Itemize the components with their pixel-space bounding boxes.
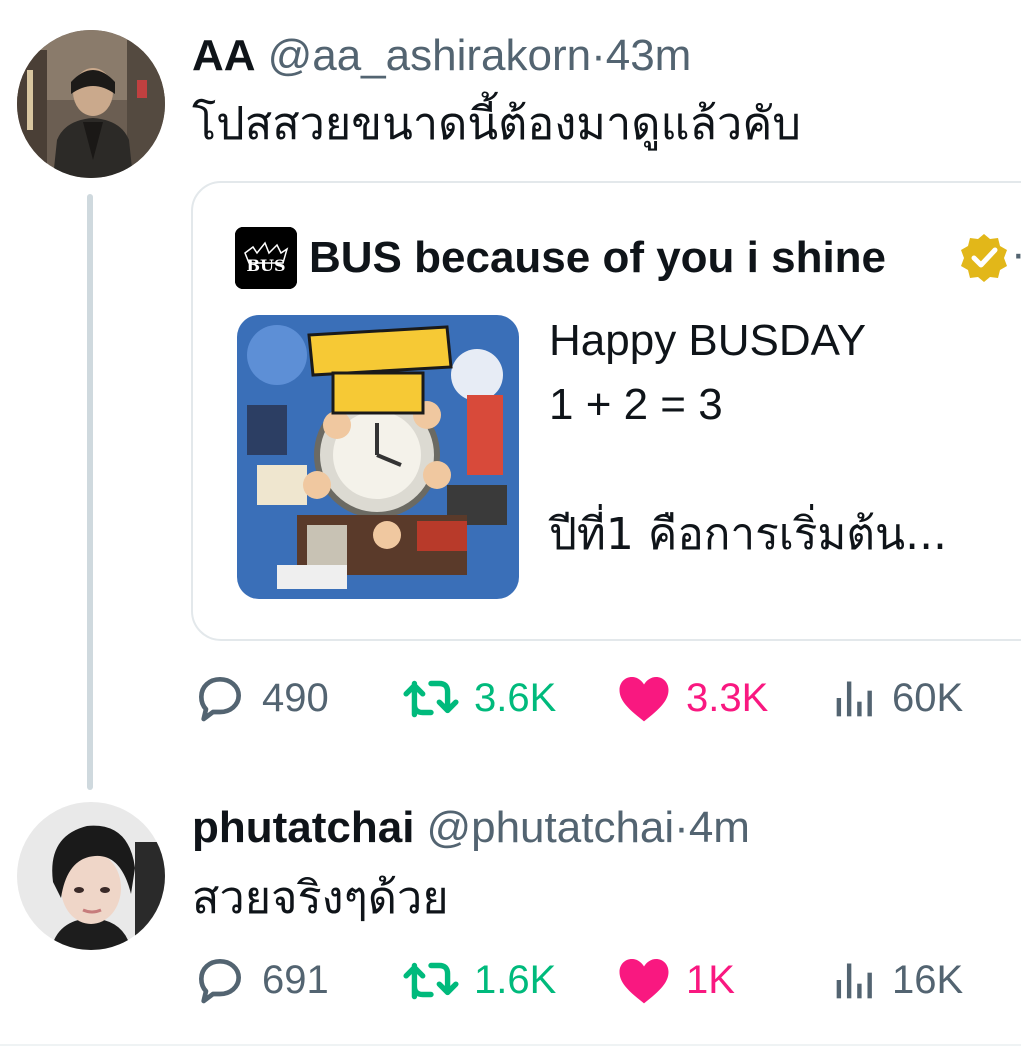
tweet1-retweet-count: 3.6K <box>474 675 557 720</box>
tweet1-timestamp[interactable]: 43m <box>606 31 692 80</box>
tweet2-retweet-count: 1.6K <box>474 957 557 1002</box>
tweet1-view-count: 60K <box>892 675 964 720</box>
tweet2-text: สวยจริงๆด้วย <box>192 871 449 924</box>
divider <box>0 1044 1021 1046</box>
thread-view: AA @aa_ashirakorn·43m โปสสวยขนาดนี้ต้องมา… <box>0 0 1021 1054</box>
tweet2-action-bar: 691 1.6K 1K 16K <box>192 950 1021 1010</box>
tweet1-reply-button[interactable]: 490 <box>192 668 329 728</box>
reply-icon <box>199 677 242 722</box>
thread-connector-line <box>87 194 93 790</box>
quoted-text-line2: 1 + 2 = 3 <box>549 380 723 429</box>
bus-logo-icon: BUS <box>235 227 297 289</box>
tweet2-handle[interactable]: @phutatchai <box>426 803 674 852</box>
tweet1-text: โปสสวยขนาดนี้ต้องมาดูแล้วคับ <box>192 97 801 150</box>
tweet2-separator: · <box>674 803 689 852</box>
views-icon <box>836 963 872 999</box>
quoted-separator: · <box>1011 229 1021 279</box>
quoted-account-name[interactable]: BUS because of you i shine <box>309 231 886 285</box>
quoted-text-line3: ปีที่1 คือการเริ่มต้น... <box>549 509 948 560</box>
tweet2-header: phutatchai @phutatchai·4m <box>192 802 750 854</box>
tweet1-like-button[interactable]: 3.3K <box>616 668 768 728</box>
tweet2-display-name[interactable]: phutatchai <box>192 803 414 852</box>
tweet2-retweet-button[interactable]: 1.6K <box>402 950 556 1010</box>
tweet2-view-count: 16K <box>892 957 964 1002</box>
tweet1-like-count: 3.3K <box>686 675 769 720</box>
quoted-text-line1: Happy BUSDAY <box>549 316 867 365</box>
tweet1-reply-count: 490 <box>262 675 329 720</box>
busday-poster-illustration <box>237 315 519 599</box>
tweet1-action-bar: 490 3.6K 3.3K 60K <box>192 668 1021 728</box>
avatar-aa-photo <box>17 30 165 178</box>
tweet2-views-button[interactable]: 16K <box>832 950 963 1010</box>
retweet-icon <box>403 962 459 1000</box>
quoted-tweet-image[interactable] <box>237 315 519 599</box>
tweet2-reply-count: 691 <box>262 957 329 1002</box>
avatar-aa[interactable] <box>17 30 165 178</box>
tweet1-display-name[interactable]: AA <box>192 31 256 80</box>
avatar-phutatchai[interactable] <box>17 802 165 950</box>
tweet2-like-button[interactable]: 1K <box>616 950 735 1010</box>
quoted-tweet-card[interactable]: BUS BUS because of you i shine · <box>191 181 1021 641</box>
tweet1-handle[interactable]: @aa_ashirakorn <box>268 31 592 80</box>
verified-badge-icon <box>961 234 1007 282</box>
tweet2-timestamp[interactable]: 4m <box>689 803 750 852</box>
views-icon <box>836 681 872 717</box>
heart-filled-icon <box>619 959 669 1004</box>
tweet2-reply-button[interactable]: 691 <box>192 950 329 1010</box>
tweet1-retweet-button[interactable]: 3.6K <box>402 668 556 728</box>
reply-icon <box>199 959 242 1004</box>
heart-filled-icon <box>619 677 669 722</box>
tweet2-like-count: 1K <box>686 957 735 1002</box>
bus-logo-text: BUS <box>246 256 285 275</box>
bus-account-avatar: BUS <box>235 227 297 289</box>
tweet1-separator: · <box>591 31 606 80</box>
tweet1-views-button[interactable]: 60K <box>832 668 963 728</box>
retweet-icon <box>403 680 459 718</box>
tweet1-header: AA @aa_ashirakorn·43m <box>192 30 691 82</box>
avatar-phutatchai-photo <box>17 802 165 950</box>
